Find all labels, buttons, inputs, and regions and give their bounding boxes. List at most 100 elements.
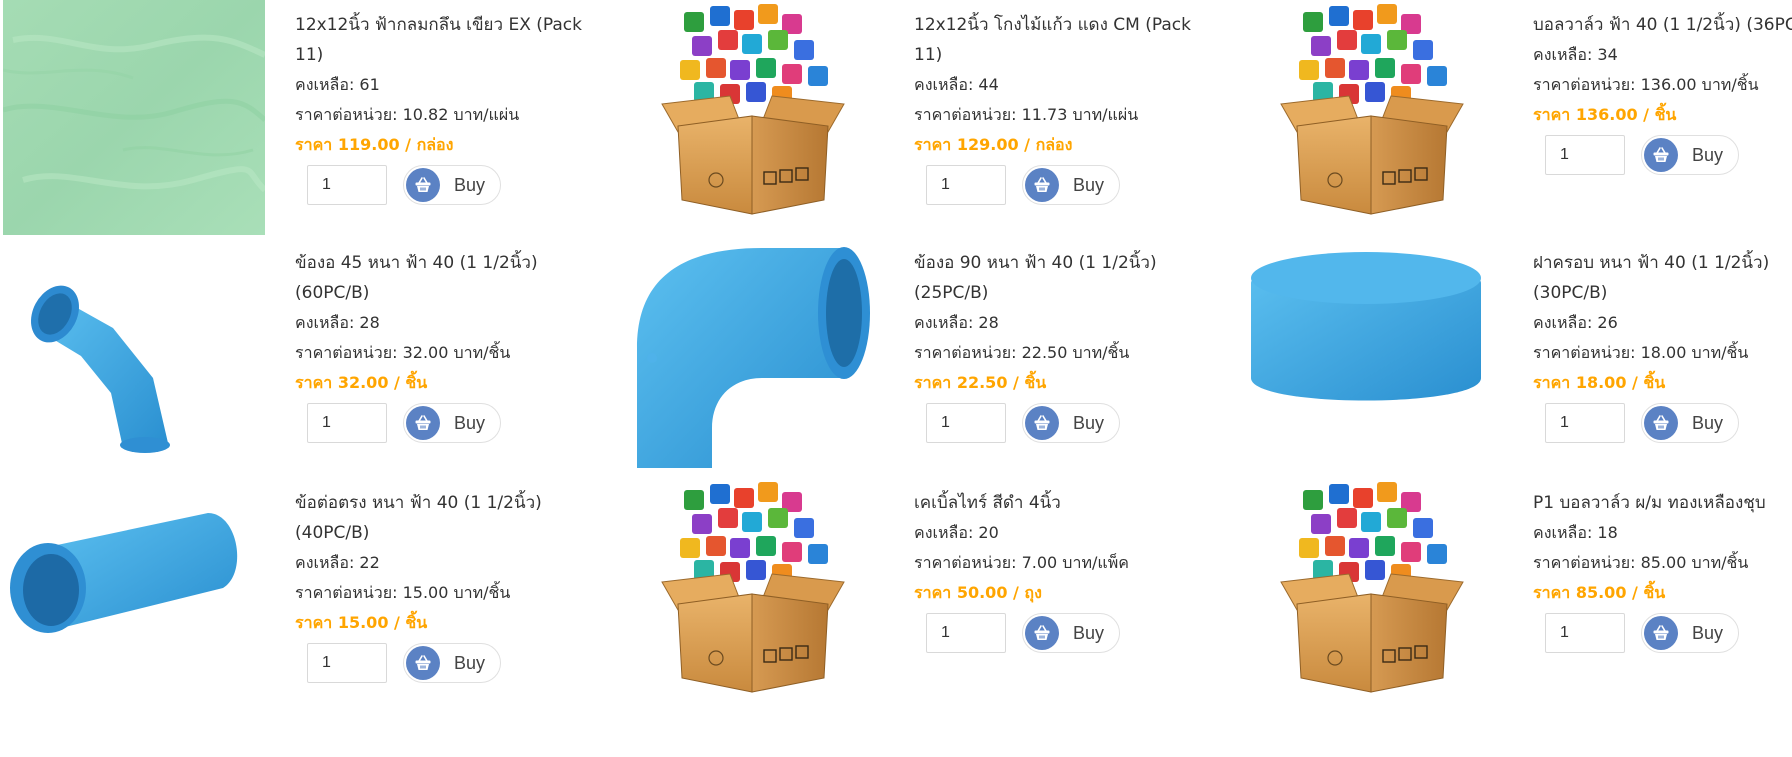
product-unit-price: ราคาต่อหน่วย: 136.00 บาท/ชิ้น [1533, 75, 1759, 94]
basket-icon [1025, 406, 1059, 440]
product-title[interactable]: บอลวาล์ว ฟ้า 40 (1 1/2นิ้ว) (36PC/B) [1533, 10, 1792, 40]
basket-icon [1644, 406, 1678, 440]
product-stock: คงเหลือ: 22 [295, 553, 380, 572]
product-info: ข้อต่อตรง หนา ฟ้า 40 (1 1/2นิ้ว) (40PC/B… [295, 488, 585, 686]
buy-button[interactable]: Buy [1641, 135, 1739, 175]
product-title[interactable]: 12x12นิ้ว ฟ้ากลมกลึน เขียว EX (Pack 11) [295, 10, 585, 70]
product-info: P1 บอลวาล์ว ผ/ม ทองเหลืองชุบ คงเหลือ: 18 ร… [1533, 488, 1792, 656]
buy-button[interactable]: Buy [403, 643, 501, 683]
buy-label: Buy [1073, 623, 1105, 643]
product-card: ข้องอ 45 หนา ฟ้า 40 (1 1/2นิ้ว) (60PC/B)… [3, 238, 593, 478]
quantity-input[interactable] [307, 165, 387, 205]
product-title[interactable]: P1 บอลวาล์ว ผ/ม ทองเหลืองชุบ [1533, 488, 1792, 518]
product-info: ข้องอ 90 หนา ฟ้า 40 (1 1/2นิ้ว) (25PC/B)… [914, 248, 1204, 446]
product-image[interactable] [1241, 238, 1503, 473]
product-stock: คงเหลือ: 20 [914, 523, 999, 542]
buy-row: Buy [914, 400, 1204, 446]
buy-row: Buy [1533, 400, 1792, 446]
basket-icon [1644, 138, 1678, 172]
buy-button[interactable]: Buy [1641, 613, 1739, 653]
buy-row: Buy [1533, 610, 1792, 656]
product-unit-price: ราคาต่อหน่วย: 32.00 บาท/ชิ้น [295, 343, 511, 362]
product-info: ฝาครอบ หนา ฟ้า 40 (1 1/2นิ้ว) (30PC/B) คง… [1533, 248, 1792, 446]
quantity-input[interactable] [926, 403, 1006, 443]
product-price: ราคา 32.00 / ชิ้น [295, 373, 428, 392]
product-info: บอลวาล์ว ฟ้า 40 (1 1/2นิ้ว) (36PC/B) คงเห… [1533, 10, 1792, 178]
buy-button[interactable]: Buy [1022, 613, 1120, 653]
product-card: 12x12นิ้ว ฟ้ากลมกลึน เขียว EX (Pack 11) ค… [3, 0, 593, 240]
buy-label: Buy [454, 413, 486, 433]
product-info: 12x12นิ้ว โกงไม้แก้ว แดง CM (Pack 11) คงเ… [914, 10, 1204, 208]
product-stock: คงเหลือ: 28 [914, 313, 999, 332]
buy-button[interactable]: Buy [1022, 165, 1120, 205]
basket-icon [1025, 616, 1059, 650]
product-stock: คงเหลือ: 34 [1533, 45, 1618, 64]
quantity-input[interactable] [926, 165, 1006, 205]
product-price: ราคา 85.00 / ชิ้น [1533, 583, 1666, 602]
product-stock: คงเหลือ: 28 [295, 313, 380, 332]
product-title[interactable]: ข้องอ 45 หนา ฟ้า 40 (1 1/2นิ้ว) (60PC/B) [295, 248, 585, 308]
buy-row: Buy [914, 162, 1204, 208]
product-price: ราคา 15.00 / ชิ้น [295, 613, 428, 632]
product-price: ราคา 119.00 / กล่อง [295, 135, 454, 154]
product-info: เคเบิ้ลไทร์ สีดำ 4นิ้วคงเหลือ: 20 ราคาต่อ… [914, 488, 1204, 656]
product-image[interactable] [3, 0, 265, 235]
product-image[interactable] [3, 478, 265, 713]
buy-label: Buy [454, 653, 486, 673]
product-title[interactable]: ฝาครอบ หนา ฟ้า 40 (1 1/2นิ้ว) (30PC/B) [1533, 248, 1792, 308]
buy-row: Buy [295, 162, 585, 208]
product-card: 12x12นิ้ว โกงไม้แก้ว แดง CM (Pack 11) คงเ… [622, 0, 1212, 240]
product-image[interactable] [622, 0, 884, 235]
buy-row: Buy [295, 400, 585, 446]
buy-label: Buy [1073, 413, 1105, 433]
product-price: ราคา 18.00 / ชิ้น [1533, 373, 1666, 392]
buy-label: Buy [1692, 623, 1724, 643]
basket-icon [1025, 168, 1059, 202]
product-price: ราคา 50.00 / ถุง [914, 583, 1042, 602]
buy-row: Buy [1533, 132, 1792, 178]
buy-row: Buy [295, 640, 585, 686]
product-image[interactable] [622, 478, 884, 713]
product-unit-price: ราคาต่อหน่วย: 18.00 บาท/ชิ้น [1533, 343, 1749, 362]
buy-label: Buy [1692, 145, 1724, 165]
product-price: ราคา 22.50 / ชิ้น [914, 373, 1047, 392]
quantity-input[interactable] [1545, 403, 1625, 443]
product-unit-price: ราคาต่อหน่วย: 7.00 บาท/แพ็ค [914, 553, 1129, 572]
buy-button[interactable]: Buy [403, 165, 501, 205]
product-info: 12x12นิ้ว ฟ้ากลมกลึน เขียว EX (Pack 11) ค… [295, 10, 585, 208]
buy-button[interactable]: Buy [403, 403, 501, 443]
product-unit-price: ราคาต่อหน่วย: 85.00 บาท/ชิ้น [1533, 553, 1749, 572]
product-title[interactable]: 12x12นิ้ว โกงไม้แก้ว แดง CM (Pack 11) [914, 10, 1204, 70]
product-price: ราคา 129.00 / กล่อง [914, 135, 1073, 154]
product-card: P1 บอลวาล์ว ผ/ม ทองเหลืองชุบ คงเหลือ: 18 ร… [1241, 478, 1792, 718]
buy-row: Buy [914, 610, 1204, 656]
product-stock: คงเหลือ: 44 [914, 75, 999, 94]
product-title[interactable]: เคเบิ้ลไทร์ สีดำ 4นิ้ว [914, 488, 1204, 518]
quantity-input[interactable] [926, 613, 1006, 653]
basket-icon [406, 168, 440, 202]
product-image[interactable] [1241, 478, 1503, 713]
product-unit-price: ราคาต่อหน่วย: 22.50 บาท/ชิ้น [914, 343, 1130, 362]
product-title[interactable]: ข้อต่อตรง หนา ฟ้า 40 (1 1/2นิ้ว) (40PC/B… [295, 488, 585, 548]
product-grid: 12x12นิ้ว ฟ้ากลมกลึน เขียว EX (Pack 11) ค… [0, 0, 1792, 757]
buy-button[interactable]: Buy [1641, 403, 1739, 443]
product-title[interactable]: ข้องอ 90 หนา ฟ้า 40 (1 1/2นิ้ว) (25PC/B) [914, 248, 1204, 308]
product-stock: คงเหลือ: 26 [1533, 313, 1618, 332]
product-card: ข้อต่อตรง หนา ฟ้า 40 (1 1/2นิ้ว) (40PC/B… [3, 478, 593, 718]
product-card: บอลวาล์ว ฟ้า 40 (1 1/2นิ้ว) (36PC/B) คงเห… [1241, 0, 1792, 240]
buy-button[interactable]: Buy [1022, 403, 1120, 443]
quantity-input[interactable] [1545, 613, 1625, 653]
quantity-input[interactable] [307, 643, 387, 683]
quantity-input[interactable] [1545, 135, 1625, 175]
product-info: ข้องอ 45 หนา ฟ้า 40 (1 1/2นิ้ว) (60PC/B)… [295, 248, 585, 446]
quantity-input[interactable] [307, 403, 387, 443]
basket-icon [406, 646, 440, 680]
buy-label: Buy [1073, 175, 1105, 195]
buy-label: Buy [1692, 413, 1724, 433]
product-card: เคเบิ้ลไทร์ สีดำ 4นิ้วคงเหลือ: 20 ราคาต่อ… [622, 478, 1212, 718]
product-card: ข้องอ 90 หนา ฟ้า 40 (1 1/2นิ้ว) (25PC/B)… [622, 238, 1212, 478]
product-image[interactable] [622, 238, 884, 473]
product-image[interactable] [1241, 0, 1503, 235]
product-image[interactable] [3, 238, 265, 473]
basket-icon [406, 406, 440, 440]
